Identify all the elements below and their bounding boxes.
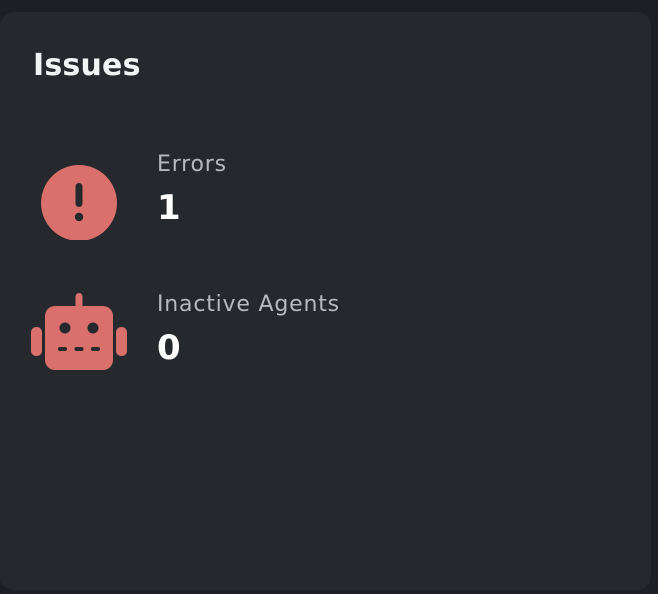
inactive-agents-label: Inactive Agents xyxy=(157,292,340,317)
errors-count: 1 xyxy=(157,188,181,228)
errors-label: Errors xyxy=(157,152,227,177)
card-title: Issues xyxy=(33,48,141,83)
issue-row-inactive-agents[interactable]: Inactive Agents 0 xyxy=(28,290,628,380)
exclamation-circle-icon xyxy=(28,150,132,240)
issues-card: Issues Errors 1 Inactive Agents 0 xyxy=(0,12,651,590)
issue-row-errors[interactable]: Errors 1 xyxy=(28,150,628,240)
robot-icon xyxy=(28,290,132,380)
inactive-agents-count: 0 xyxy=(157,328,181,368)
